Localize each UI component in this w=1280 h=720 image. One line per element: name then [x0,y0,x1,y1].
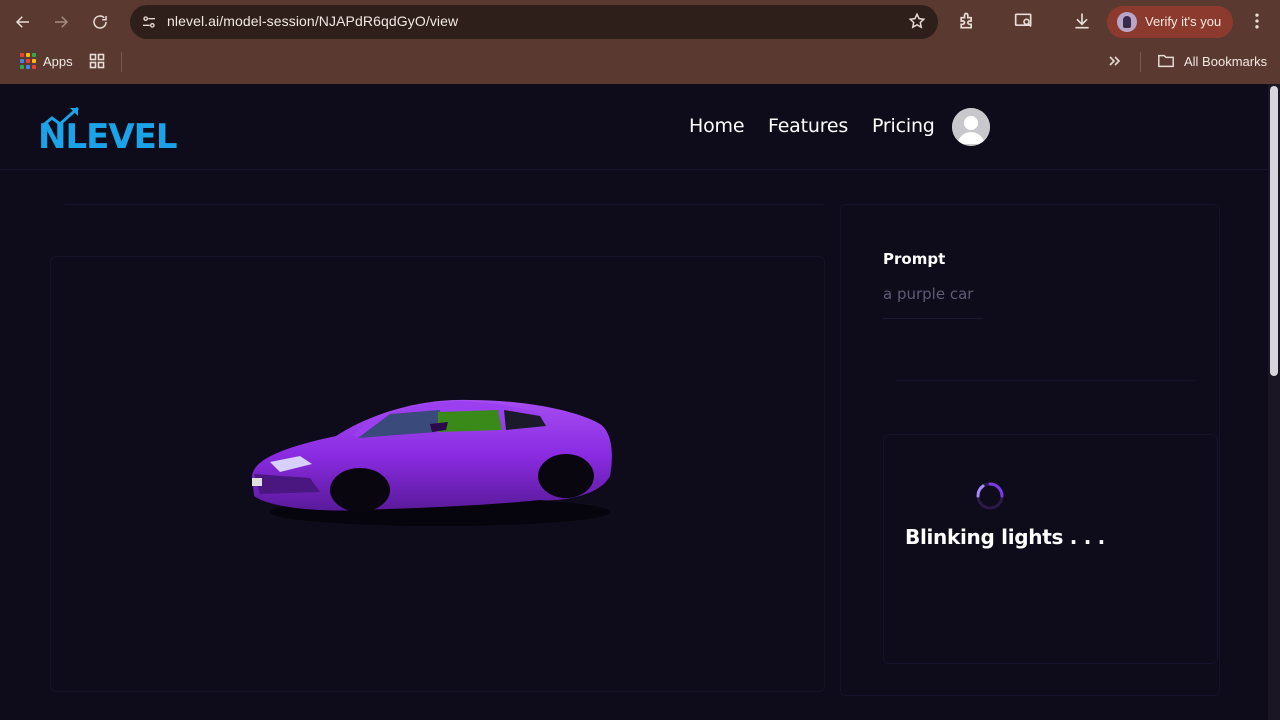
viewer-top-border [65,204,825,205]
download-icon [1075,13,1089,29]
page-content: NLEVEL Home Features Pricing Prompt a pu… [0,84,1268,720]
generation-status-card [883,434,1218,664]
bookmark-star-button[interactable] [908,12,928,32]
generation-status-text: Blinking lights . . . [905,525,1105,549]
user-avatar[interactable] [952,108,990,146]
browser-toolbar: nlevel.ai/model-session/NJAPdR6qdGyO/vie… [0,0,1280,44]
screen-search-icon [1014,13,1032,28]
kebab-menu-icon [1255,13,1259,29]
site-header: NLEVEL Home Features Pricing [0,84,1268,170]
tab-groups-icon[interactable] [89,53,105,69]
profile-avatar [1117,12,1137,32]
browser-chrome: nlevel.ai/model-session/NJAPdR6qdGyO/vie… [0,0,1280,84]
loading-spinner-icon [974,480,1006,512]
nlevel-logo[interactable]: NLEVEL [38,104,198,157]
back-button[interactable] [9,8,37,36]
extensions-button[interactable] [957,11,979,33]
reload-button[interactable] [86,8,114,36]
3d-car-model[interactable] [240,384,620,534]
nav-features[interactable]: Features [768,115,848,137]
nav-pricing[interactable]: Pricing [872,115,935,137]
prompt-text: a purple car [883,285,974,303]
bookmarks-separator [1140,52,1141,72]
scrollbar-thumb[interactable] [1270,86,1278,376]
screen-search-button[interactable] [1014,11,1036,33]
apps-bookmark[interactable]: Apps [43,54,73,69]
star-icon [908,12,926,29]
site-settings-icon[interactable] [138,11,160,33]
chevron-double-right-icon[interactable] [1107,53,1125,71]
all-bookmarks-button[interactable]: All Bookmarks [1184,54,1267,69]
apps-grid-icon[interactable] [20,53,36,69]
profile-verify-button[interactable]: Verify it's you [1107,6,1233,38]
extensions-icon [960,12,972,29]
sidebar-divider [895,380,1195,381]
profile-verify-label: Verify it's you [1145,14,1222,29]
reload-icon [93,15,107,29]
browser-menu-button[interactable] [1247,11,1267,33]
downloads-button[interactable] [1072,11,1094,33]
forward-icon [55,16,69,28]
prompt-heading: Prompt [883,250,946,268]
logo-text: NLEVEL [38,117,177,152]
nav-home[interactable]: Home [689,115,745,137]
page-scrollbar[interactable] [1268,84,1280,720]
forward-button[interactable] [47,8,75,36]
user-avatar-icon [952,108,990,146]
folder-icon [1157,52,1177,70]
bookmarks-bar: Apps All Bookmarks [0,44,1280,84]
url-text[interactable]: nlevel.ai/model-session/NJAPdR6qdGyO/vie… [167,13,458,29]
prompt-underline [883,318,983,319]
bookmarks-separator [121,52,122,72]
address-bar[interactable]: nlevel.ai/model-session/NJAPdR6qdGyO/vie… [130,5,938,39]
back-icon [15,16,29,28]
